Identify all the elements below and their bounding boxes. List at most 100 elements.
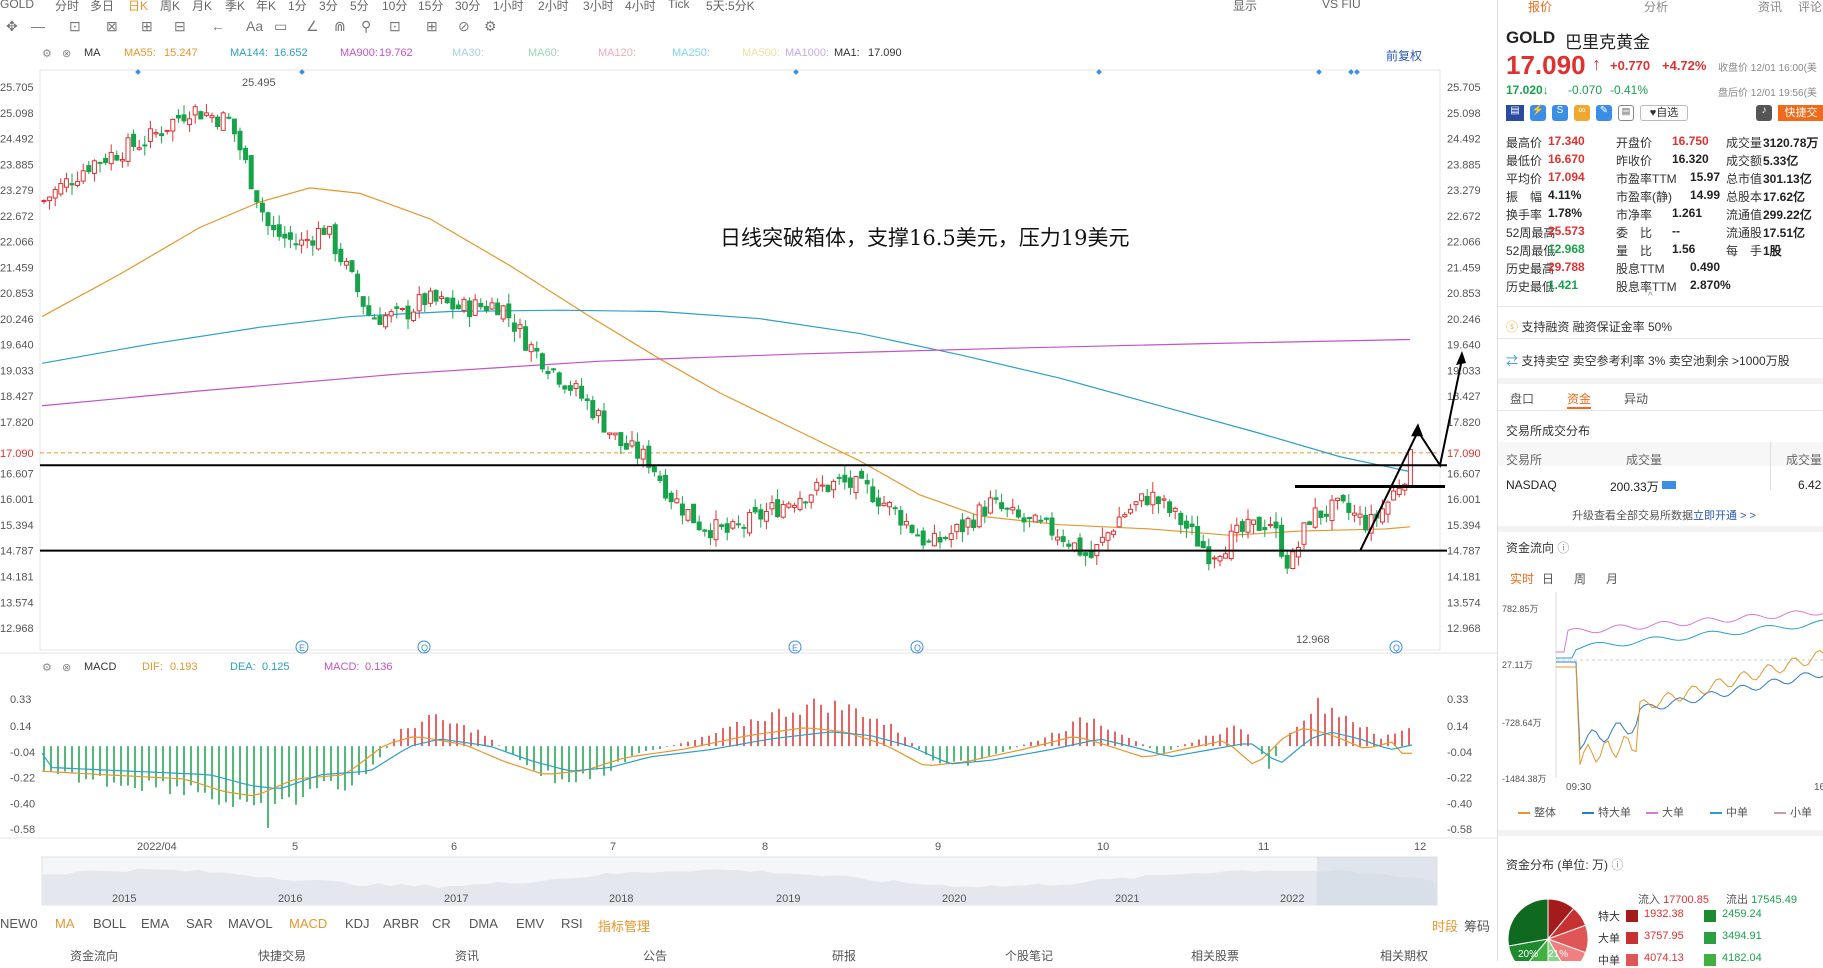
period-tab-7[interactable]: 年K [256,0,276,12]
draw-tool-icon-3[interactable]: ⊠ [106,18,118,35]
period-tab-4[interactable]: 周K [160,0,180,12]
candle-body [976,504,982,528]
draw-tool-icon-10[interactable]: ⋒ [334,18,346,35]
period-tab-15[interactable]: 2小时 [538,0,569,12]
bell-icon[interactable]: ♪ [1756,105,1772,121]
bottom-nav-1[interactable]: 快捷交易 [258,947,306,964]
bottom-nav-0[interactable]: 资金流向 [70,947,118,964]
period-tab-17[interactable]: 4小时 [625,0,656,12]
draw-tool-icon-15[interactable]: ⚙ [484,18,497,35]
event-marker-icon[interactable]: Q [910,640,924,654]
bottom-nav-3[interactable]: 公告 [643,947,667,964]
period-tab-8[interactable]: 1分 [288,0,307,12]
timeline-selection[interactable] [1317,857,1437,905]
period-tab-18[interactable]: Tick [668,0,690,11]
indicator-tab-10[interactable]: DMA [469,916,498,931]
indicator-tab-12[interactable]: RSI [561,916,583,931]
flow-tab-3[interactable]: 月 [1606,570,1618,587]
bottom-nav-5[interactable]: 个股笔记 [1005,947,1053,964]
indicator-tab-1[interactable]: MA [55,916,75,931]
event-marker-icon[interactable]: Q [1389,640,1403,654]
period-tab-6[interactable]: 季K [225,0,245,12]
stock-tag-icon[interactable]: ⚡ [1530,105,1546,121]
link-icon[interactable]: ∞ [1574,105,1590,121]
close-icon[interactable]: ⊗ [62,661,71,674]
fuquan-button[interactable]: 前复权 [1386,47,1422,64]
draw-tool-icon-9[interactable]: ∠ [306,18,319,35]
period-tab-5[interactable]: 月K [192,0,212,12]
event-marker-icon[interactable]: Q [417,640,431,654]
draw-tool-icon-13[interactable]: ⊞ [426,18,438,35]
flow-tab-1[interactable]: 日 [1542,570,1554,587]
upgrade-link[interactable]: 立即开通 > > [1693,510,1756,522]
chat-icon[interactable]: ✎ [1596,105,1612,121]
period-tab-2[interactable]: 多日 [90,0,114,12]
bottom-nav-2[interactable]: 资讯 [455,947,479,964]
draw-tool-icon-2[interactable]: ⊡ [69,18,81,35]
indicator-tab-13[interactable]: 指标管理 [598,916,650,935]
kline-chart[interactable]: 25.705 25.705 25.098 25.098 24.492 24.492 23.8… [0,0,1497,961]
draw-tool-icon-8[interactable]: ▭ [274,18,287,35]
bottom-nav-7[interactable]: 相关期权 [1380,947,1428,964]
period-tab-3[interactable]: 日K [128,0,148,12]
period-tab-1[interactable]: 分时 [55,0,79,12]
indicator-tab-6[interactable]: MACD [289,916,327,931]
indicator-right-1[interactable]: 筹码 [1464,916,1490,935]
info-icon[interactable]: ⓘ [1557,541,1569,555]
toolbar-right-1[interactable]: VS FIU [1322,0,1361,11]
close-icon[interactable]: ⊗ [62,47,71,60]
indicator-tab-8[interactable]: ARBR [383,916,419,931]
period-tab-16[interactable]: 3小时 [583,0,614,12]
sub-tab-0[interactable]: 盘口 [1510,390,1534,407]
info-icon[interactable]: ⓘ [1611,858,1623,872]
indicator-tab-7[interactable]: KDJ [345,916,370,931]
period-tab-11[interactable]: 10分 [382,0,407,12]
period-tab-9[interactable]: 3分 [319,0,338,12]
quote-tab-2[interactable]: 资讯 [1758,0,1782,15]
period-tab-10[interactable]: 5分 [350,0,369,12]
draw-tool-icon-12[interactable]: ⊡ [389,18,401,35]
indicator-tab-5[interactable]: MAVOL [228,916,273,931]
draw-tool-icon-5[interactable]: ⊟ [174,18,186,35]
quick-trade-button[interactable]: 快捷交 [1778,105,1823,121]
indicator-tab-2[interactable]: BOLL [93,916,126,931]
settings-icon[interactable]: ⚙ [42,47,52,60]
draw-tool-icon-7[interactable]: Aa [246,18,263,34]
period-tab-14[interactable]: 1小时 [493,0,524,12]
s-tag-icon[interactable]: S [1552,105,1568,121]
quote-tab-3[interactable]: 评论 [1798,0,1822,15]
period-tab-13[interactable]: 30分 [455,0,480,12]
note-icon[interactable]: ▤ [1618,105,1634,121]
toolbar-right-0[interactable]: 显示 [1233,0,1257,12]
draw-tool-icon-11[interactable]: ⚲ [361,18,371,35]
indicator-tab-3[interactable]: EMA [141,916,169,931]
macd-name[interactable]: MACD [84,661,116,673]
indicator-tab-11[interactable]: EMV [516,916,544,931]
indicator-tab-4[interactable]: SAR [186,916,213,931]
quote-tab-0[interactable]: 报价 [1528,0,1552,15]
indicator-tab-0[interactable]: NEW0 [0,916,38,931]
period-tab-0[interactable]: GOLD [0,0,34,11]
settings-icon[interactable]: ⚙ [42,661,52,674]
draw-tool-icon-6[interactable]: ← [211,18,225,34]
quote-tab-1[interactable]: 分析 [1644,0,1668,15]
draw-tool-icon-14[interactable]: ⊘ [458,18,470,35]
us-flag-icon[interactable]: ▤ [1506,105,1524,121]
collapse-icon[interactable]: ^ [1648,291,1653,302]
indicator-tab-9[interactable]: CR [432,916,451,931]
draw-tool-icon-1[interactable]: — [31,18,45,34]
bottom-nav-6[interactable]: 相关股票 [1191,947,1239,964]
event-marker-icon[interactable]: E [295,640,309,654]
flow-tab-2[interactable]: 周 [1574,570,1586,587]
period-tab-19[interactable]: 5天:5分K [706,0,755,12]
flow-tab-0[interactable]: 实时 [1510,570,1534,587]
event-marker-icon[interactable]: E [788,640,802,654]
indicator-right-0[interactable]: 时段 [1432,916,1458,935]
bottom-nav-4[interactable]: 研报 [832,947,856,964]
draw-tool-icon-4[interactable]: ⊞ [141,18,153,35]
period-tab-12[interactable]: 15分 [418,0,443,12]
add-watchlist-button[interactable]: ♥自选 [1640,105,1688,121]
draw-tool-icon-0[interactable]: ✥ [6,18,18,35]
sub-tab-2[interactable]: 异动 [1624,390,1648,407]
sub-tab-1[interactable]: 资金 [1567,390,1592,409]
